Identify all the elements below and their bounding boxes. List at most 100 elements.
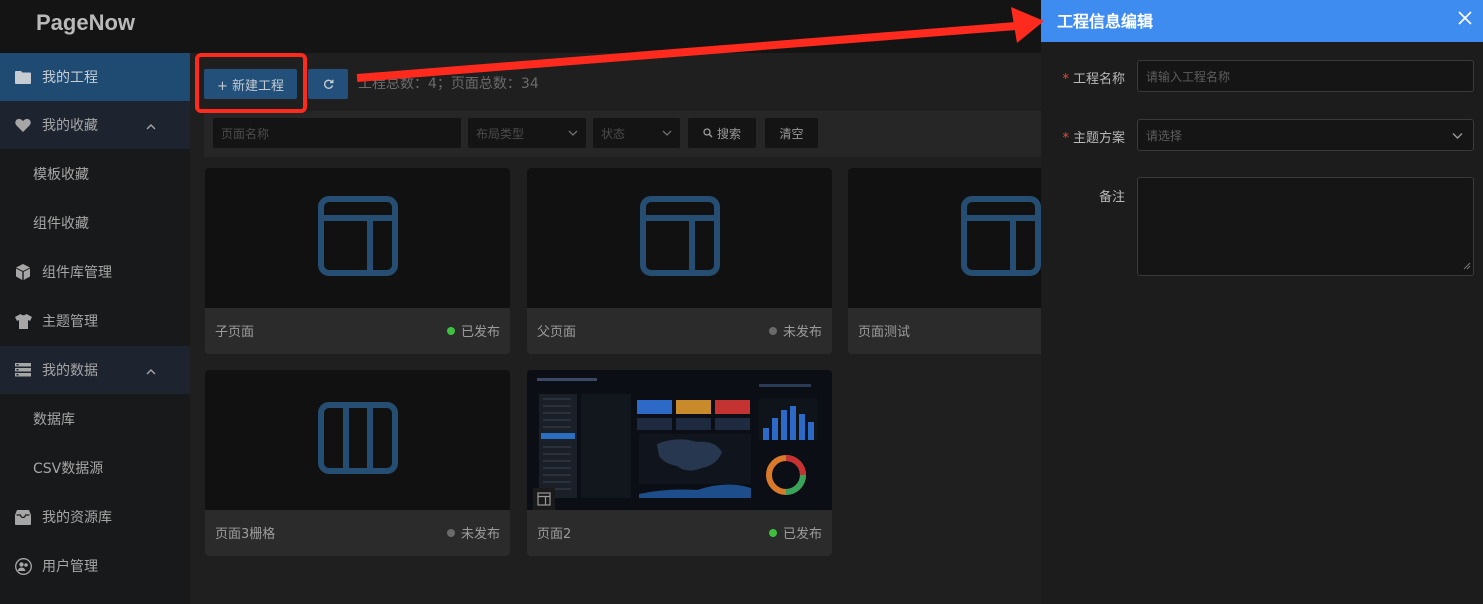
card-thumbnail <box>527 168 832 308</box>
page-card[interactable]: 父页面 未发布 <box>527 168 832 354</box>
project-name-label-text: 工程名称 <box>1072 72 1125 87</box>
theme-scheme-select[interactable]: 请选择 <box>1137 119 1474 151</box>
users-icon <box>14 557 32 575</box>
app-logo: PageNow <box>36 10 136 35</box>
theme-scheme-label: * 主题方案 <box>1062 131 1125 146</box>
drawer-title: 工程信息编辑 <box>1057 12 1154 31</box>
chevron-up-icon <box>146 363 156 379</box>
refresh-button[interactable] <box>308 69 348 99</box>
sidebar-item-user-management[interactable]: 用户管理 <box>0 542 190 590</box>
status-badge: 已发布 <box>446 321 500 340</box>
layout-template-icon <box>533 488 555 510</box>
chevron-down-icon <box>568 126 578 143</box>
page-card[interactable]: 子页面 已发布 <box>205 168 510 354</box>
layout-type-placeholder: 布局类型 <box>476 126 525 141</box>
card-name: 页面2 <box>537 527 572 542</box>
card-thumbnail <box>205 168 510 308</box>
chevron-up-icon <box>146 118 156 134</box>
sidebar-item-label: 组件收藏 <box>33 216 89 232</box>
status-text: 未发布 <box>460 527 500 542</box>
search-icon <box>703 128 713 138</box>
status-text: 已发布 <box>460 325 500 340</box>
status-badge: 已发布 <box>768 523 822 542</box>
sidebar-item-label: 用户管理 <box>42 559 98 575</box>
layout-template-icon <box>317 196 398 280</box>
columns-layout-icon <box>317 402 398 478</box>
page-name-placeholder: 页面名称 <box>221 126 270 141</box>
status-dot <box>446 528 455 537</box>
sidebar: 我的工程 我的收藏 模板收藏 组件收藏 组件库管理 主题管理 我的数据 数据库 … <box>0 53 190 604</box>
project-stats: 工程总数：4；页面总数：34 <box>358 76 539 92</box>
dashboard-preview-image <box>527 370 832 510</box>
layout-template-icon <box>960 196 1041 280</box>
card-name: 页面测试 <box>858 325 911 340</box>
annotation-highlight-box <box>195 53 307 113</box>
sidebar-group-favorites[interactable]: 我的收藏 <box>0 101 190 149</box>
sidebar-item-label: 模板收藏 <box>33 167 89 183</box>
filter-bar: 页面名称 布局类型 状态 搜索 清空 <box>204 111 1041 157</box>
tshirt-icon <box>14 312 32 330</box>
sidebar-item-resource-library[interactable]: 我的资源库 <box>0 493 190 541</box>
folder-icon <box>14 68 32 86</box>
sidebar-item-my-projects[interactable]: 我的工程 <box>0 53 190 101</box>
card-thumbnail <box>205 370 510 510</box>
theme-scheme-placeholder: 请选择 <box>1146 128 1183 143</box>
sidebar-item-label: CSV数据源 <box>33 461 104 477</box>
chevron-down-icon <box>1452 130 1463 144</box>
project-name-label: * 工程名称 <box>1062 72 1125 87</box>
sidebar-item-database[interactable]: 数据库 <box>0 395 190 443</box>
page-card[interactable]: 页面3栅格 未发布 <box>205 370 510 556</box>
sidebar-group-my-data[interactable]: 我的数据 <box>0 346 190 394</box>
remark-textarea[interactable] <box>1137 177 1474 276</box>
close-icon[interactable] <box>1455 8 1477 30</box>
resize-handle-icon[interactable] <box>1463 259 1471 273</box>
status-text: 未发布 <box>782 325 822 340</box>
status-badge: 未发布 <box>446 523 500 542</box>
sidebar-item-theme-management[interactable]: 主题管理 <box>0 297 190 345</box>
search-button[interactable]: 搜索 <box>688 118 756 148</box>
main-content: + 新建工程 工程总数：4；页面总数：34 页面名称 布局类型 状态 搜索 清空… <box>190 53 1153 604</box>
sidebar-item-label: 主题管理 <box>42 314 98 330</box>
clear-button[interactable]: 清空 <box>765 118 818 148</box>
chevron-down-icon <box>662 126 672 143</box>
status-text: 已发布 <box>782 527 822 542</box>
page-name-input[interactable]: 页面名称 <box>213 118 461 148</box>
cube-icon <box>14 263 32 281</box>
sidebar-item-label: 我的资源库 <box>42 510 112 526</box>
heart-icon <box>14 116 32 134</box>
sidebar-item-label: 我的数据 <box>42 363 98 379</box>
card-name: 子页面 <box>215 325 255 340</box>
status-dot <box>768 326 777 335</box>
refresh-icon <box>323 75 334 94</box>
status-badge: 未发布 <box>768 321 822 340</box>
sidebar-item-label: 我的工程 <box>42 70 98 86</box>
app-window: PageNow 我的工程 我的收藏 模板收藏 组件收藏 组件库管理 主题管理 我… <box>0 0 1483 604</box>
sidebar-item-component-favorites[interactable]: 组件收藏 <box>0 199 190 247</box>
sidebar-item-component-library[interactable]: 组件库管理 <box>0 248 190 296</box>
status-placeholder: 状态 <box>601 126 626 141</box>
status-select[interactable]: 状态 <box>593 118 680 148</box>
sidebar-item-label: 数据库 <box>33 412 75 428</box>
layout-type-select[interactable]: 布局类型 <box>468 118 586 148</box>
card-name: 页面3栅格 <box>215 527 276 542</box>
card-thumbnail <box>527 370 832 510</box>
card-name: 父页面 <box>537 325 577 340</box>
theme-scheme-label-text: 主题方案 <box>1072 131 1125 146</box>
project-edit-drawer: 工程信息编辑 * 工程名称 请输入工程名称 * 主题方案 请选择 备注 <box>1041 0 1483 604</box>
app-header: PageNow <box>0 0 1041 53</box>
status-dot <box>768 528 777 537</box>
page-card[interactable]: 页面2 已发布 <box>527 370 832 556</box>
sidebar-item-template-favorites[interactable]: 模板收藏 <box>0 150 190 198</box>
sidebar-item-csv-source[interactable]: CSV数据源 <box>0 444 190 492</box>
project-name-placeholder: 请输入工程名称 <box>1146 69 1231 84</box>
sidebar-item-label: 组件库管理 <box>42 265 112 281</box>
layout-template-icon <box>639 196 720 280</box>
status-dot <box>446 326 455 335</box>
drawer-header: 工程信息编辑 <box>1041 0 1483 42</box>
project-name-input[interactable]: 请输入工程名称 <box>1137 60 1474 92</box>
sidebar-item-label: 我的收藏 <box>42 118 98 134</box>
remark-label: 备注 <box>1098 190 1125 205</box>
database-icon <box>14 361 32 379</box>
archive-icon <box>14 508 32 526</box>
search-button-label: 搜索 <box>716 126 741 141</box>
